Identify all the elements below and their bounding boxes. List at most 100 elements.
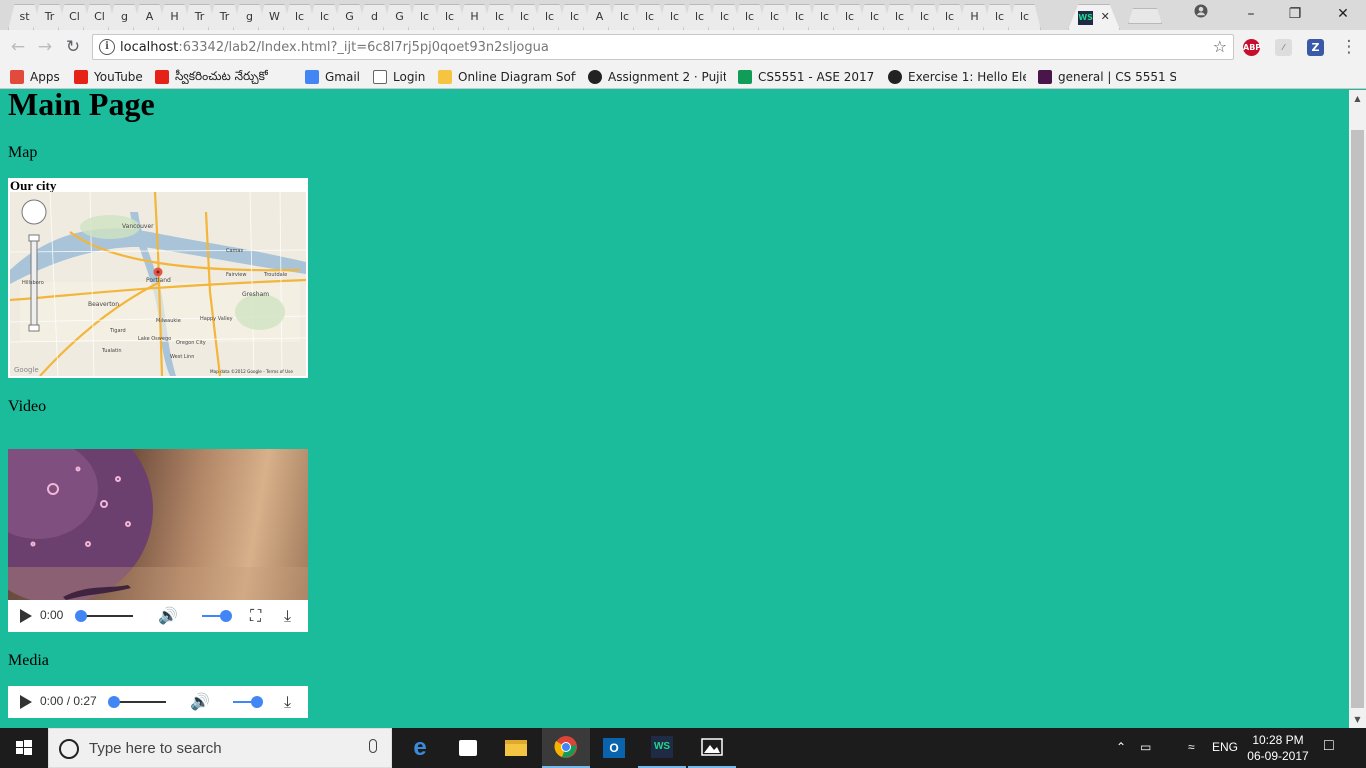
map-label: Map — [8, 144, 38, 161]
address-bar[interactable]: i localhost:63342/lab2/Index.html?_ijt=6… — [92, 34, 1234, 60]
media-label: Media — [8, 652, 49, 669]
reload-button[interactable]: ↻ — [62, 36, 84, 58]
microphone-icon[interactable] — [369, 739, 377, 753]
google-icon — [305, 70, 319, 84]
video-volume-icon[interactable]: 🔊 — [158, 606, 178, 625]
bookmark-item[interactable]: Apps — [10, 68, 60, 86]
map-place-label: Troutdale — [263, 272, 287, 278]
google-logo: Google — [14, 366, 39, 374]
scrollbar-thumb[interactable] — [1351, 130, 1364, 708]
map-place-label: Milwaukie — [156, 318, 181, 324]
menu-icon[interactable]: ⋮ — [1338, 36, 1360, 58]
url-path: :63342/lab2/Index.html?_ijt=6c8l7rj5pj0q… — [178, 40, 549, 55]
store-icon[interactable] — [444, 728, 492, 768]
adblock-icon[interactable]: ABP — [1243, 39, 1261, 56]
map-place-label: Happy Valley — [200, 316, 233, 322]
download-icon[interactable]: ⤓ — [284, 606, 291, 626]
back-button[interactable]: ← — [7, 36, 29, 58]
close-window-button[interactable]: ✕ — [1320, 0, 1366, 30]
show-hidden-icons[interactable]: ⌃ — [1116, 740, 1126, 754]
clock-date: 06-09-2017 — [1247, 749, 1309, 763]
pdf-extension-icon[interactable]: ⁄ — [1275, 39, 1292, 56]
chrome-icon[interactable] — [542, 728, 590, 768]
video-frame[interactable] — [8, 449, 308, 600]
audio-player[interactable]: 0:00 / 0:27 🔊 ⤓ — [8, 686, 308, 718]
bookmark-item[interactable]: YouTube — [74, 68, 143, 86]
start-button[interactable] — [0, 728, 48, 768]
webstorm-taskbar-icon[interactable]: WS — [638, 728, 686, 768]
info-icon[interactable]: i — [99, 39, 115, 55]
language-indicator[interactable]: ENG — [1212, 740, 1238, 754]
battery-icon[interactable]: ▭ — [1140, 740, 1151, 754]
map-place-label: Tualatin — [101, 348, 122, 354]
bookmark-item[interactable]: general | CS 5551 Sla — [1038, 68, 1176, 86]
bookmark-star-icon[interactable]: ☆ — [1213, 37, 1227, 56]
bookmarks-bar: Apps YouTube స్వీకరించుట నేర్చుకో Gmail Logi… — [0, 64, 1366, 89]
audio-seek-knob[interactable] — [108, 696, 120, 708]
bookmark-item[interactable]: CS5551 - ASE 2017 Fa — [738, 68, 876, 86]
bookmark-item[interactable]: Online Diagram Softv — [438, 68, 576, 86]
audio-volume-knob[interactable] — [251, 696, 263, 708]
audio-volume-icon[interactable]: 🔊 — [190, 692, 210, 711]
taskbar-search[interactable]: Type here to search — [48, 728, 392, 768]
bookmark-label: Exercise 1: Hello Elect — [908, 70, 1026, 84]
windows-taskbar: Type here to search e O WS ⌃ ▭ ≈ ENG 10:… — [0, 728, 1366, 768]
apps-icon — [10, 70, 24, 84]
audio-seek-track[interactable] — [114, 701, 166, 703]
edge-icon[interactable]: e — [396, 728, 444, 768]
wifi-icon[interactable]: ≈ — [1188, 740, 1195, 754]
video-play-button[interactable] — [20, 609, 32, 623]
youtube-icon — [155, 70, 169, 84]
tab[interactable]: lc — [1008, 4, 1041, 30]
github-icon — [588, 70, 602, 84]
minimize-button[interactable]: – — [1228, 0, 1274, 30]
bookmark-item[interactable]: Assignment 2 · Pujita — [588, 68, 726, 86]
photos-icon[interactable] — [688, 728, 736, 768]
fullscreen-icon[interactable]: ⛶ — [250, 606, 261, 626]
scroll-down-icon[interactable]: ▼ — [1349, 711, 1366, 728]
bookmark-item[interactable]: Exercise 1: Hello Elect — [888, 68, 1026, 86]
clock-time: 10:28 PM — [1252, 733, 1304, 747]
forward-button[interactable]: → — [34, 36, 56, 58]
audio-download-icon[interactable]: ⤓ — [284, 692, 291, 712]
diagram-icon — [438, 70, 452, 84]
page-icon — [373, 70, 387, 84]
map-place-label: West Linn — [170, 354, 194, 360]
restore-button[interactable]: ❐ — [1272, 0, 1318, 30]
page-scrollbar[interactable]: ▲ ▼ — [1349, 90, 1366, 728]
profile-icon[interactable] — [1178, 0, 1224, 30]
page-content: Main Page Map Our city Vancouver Portlan… — [0, 90, 1349, 728]
map-place-label: Oregon City — [176, 340, 206, 346]
slack-icon — [1038, 70, 1052, 84]
clock[interactable]: 10:28 PM 06-09-2017 — [1238, 732, 1318, 764]
webstorm-icon: WS — [1078, 11, 1094, 25]
page-title: Main Page — [8, 90, 155, 122]
video-volume-knob[interactable] — [220, 610, 232, 622]
map-place-label: Camas — [226, 248, 243, 254]
video-seek-knob[interactable] — [75, 610, 87, 622]
bookmark-label: Login — [393, 70, 426, 84]
new-tab-button[interactable] — [1128, 8, 1162, 24]
bookmark-label: Assignment 2 · Pujita — [608, 70, 726, 84]
zotero-icon[interactable]: Z — [1307, 39, 1324, 56]
bookmark-item[interactable]: Login — [373, 68, 425, 86]
close-tab-icon[interactable]: ✕ — [1101, 10, 1110, 23]
audio-play-button[interactable] — [20, 695, 32, 709]
bookmark-label: Gmail — [325, 70, 361, 84]
map-place-label: Beaverton — [88, 301, 119, 308]
tab-active[interactable]: WS ✕ — [1068, 4, 1120, 30]
bookmark-label: స్వీకరించుట నేర్చుకో — [175, 68, 268, 83]
url-text[interactable]: localhost:63342/lab2/Index.html?_ijt=6c8… — [120, 40, 549, 55]
url-host: localhost — [120, 40, 179, 55]
scroll-up-icon[interactable]: ▲ — [1349, 90, 1366, 107]
video-player[interactable]: 0:00 🔊 ⛶ ⤓ — [8, 449, 308, 632]
outlook-icon[interactable]: O — [590, 728, 638, 768]
video-seek-track[interactable] — [81, 615, 133, 617]
audio-time: 0:00 / 0:27 — [40, 694, 97, 708]
explorer-icon[interactable] — [492, 728, 540, 768]
tab-strip: st Tr Cl Cl g A H Tr Tr g Wlc lc Gd Glc lc Hlc lc lc lc Alc… — [0, 0, 1366, 30]
notifications-icon[interactable]: □ — [1324, 737, 1334, 755]
cortana-icon[interactable] — [59, 739, 79, 759]
bookmark-item[interactable]: Gmail — [305, 68, 360, 86]
bookmark-item[interactable]: స్వీకరించుట నేర్చుకో — [155, 68, 268, 86]
